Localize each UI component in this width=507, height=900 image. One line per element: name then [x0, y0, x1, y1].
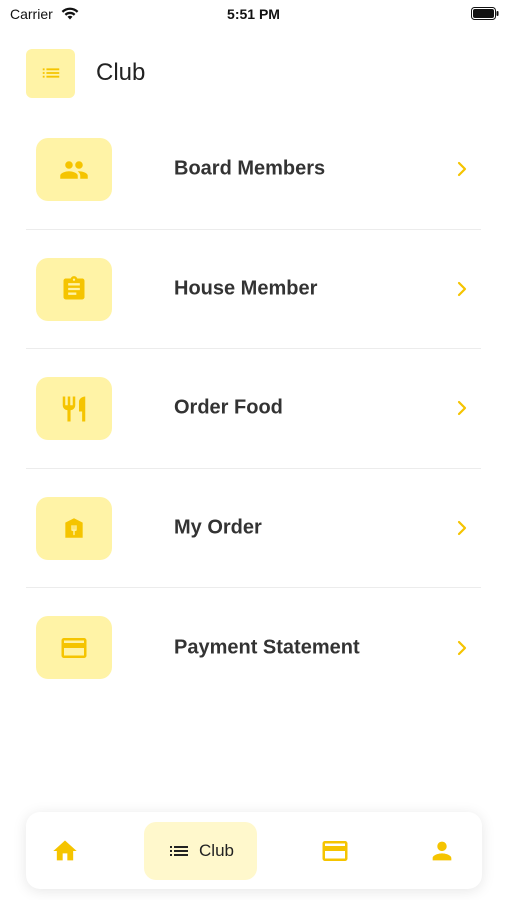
shopping-bag-icon: [65, 518, 83, 538]
menu-icon-box: [36, 257, 112, 321]
menu-item-order-food[interactable]: Order Food: [26, 349, 481, 469]
menu-icon-box: [36, 496, 112, 560]
restaurant-icon: [62, 396, 86, 421]
list-icon: [170, 846, 189, 856]
menu-item-label: My Order: [174, 516, 262, 539]
chevron-right-icon: [457, 640, 467, 655]
bottom-nav: Club: [26, 812, 482, 889]
status-bar: Carrier 5:51 PM: [0, 0, 507, 30]
chevron-right-icon: [457, 281, 467, 296]
nav-tab-payment[interactable]: [296, 812, 374, 889]
clipboard-icon: [63, 276, 85, 300]
menu-item-board-members[interactable]: Board Members: [26, 110, 481, 230]
list-icon: [42, 68, 59, 78]
nav-tab-profile[interactable]: [402, 812, 482, 889]
menu-item-payment-statement[interactable]: Payment Statement: [26, 588, 481, 708]
menu-item-label: House Member: [174, 277, 318, 300]
person-icon: [432, 841, 452, 860]
chevron-right-icon: [457, 401, 467, 416]
menu-item-house-member[interactable]: House Member: [26, 230, 481, 349]
credit-card-icon: [61, 637, 87, 658]
nav-tab-club[interactable]: Club: [144, 822, 257, 880]
status-time: 5:51 PM: [227, 6, 280, 22]
chevron-right-icon: [457, 162, 467, 177]
header: Club: [26, 48, 486, 98]
chevron-right-icon: [457, 520, 467, 535]
menu-item-label: Order Food: [174, 396, 283, 419]
menu-icon-box: [36, 377, 112, 440]
nav-tab-label: Club: [199, 841, 234, 860]
nav-tab-home[interactable]: [26, 812, 104, 889]
menu-list: Board Members House Member Order Food My…: [26, 110, 481, 708]
menu-item-label: Board Members: [174, 157, 326, 180]
group-icon: [60, 160, 88, 179]
menu-item-label: Payment Statement: [174, 636, 360, 659]
menu-icon-box: [36, 616, 112, 679]
home-icon: [53, 840, 77, 860]
header-menu-button[interactable]: [26, 48, 75, 98]
battery-icon: [471, 7, 499, 20]
menu-item-my-order[interactable]: My Order: [26, 469, 481, 588]
menu-icon-box: [36, 138, 112, 201]
page-title: Club: [96, 59, 146, 86]
credit-card-icon: [322, 840, 348, 861]
